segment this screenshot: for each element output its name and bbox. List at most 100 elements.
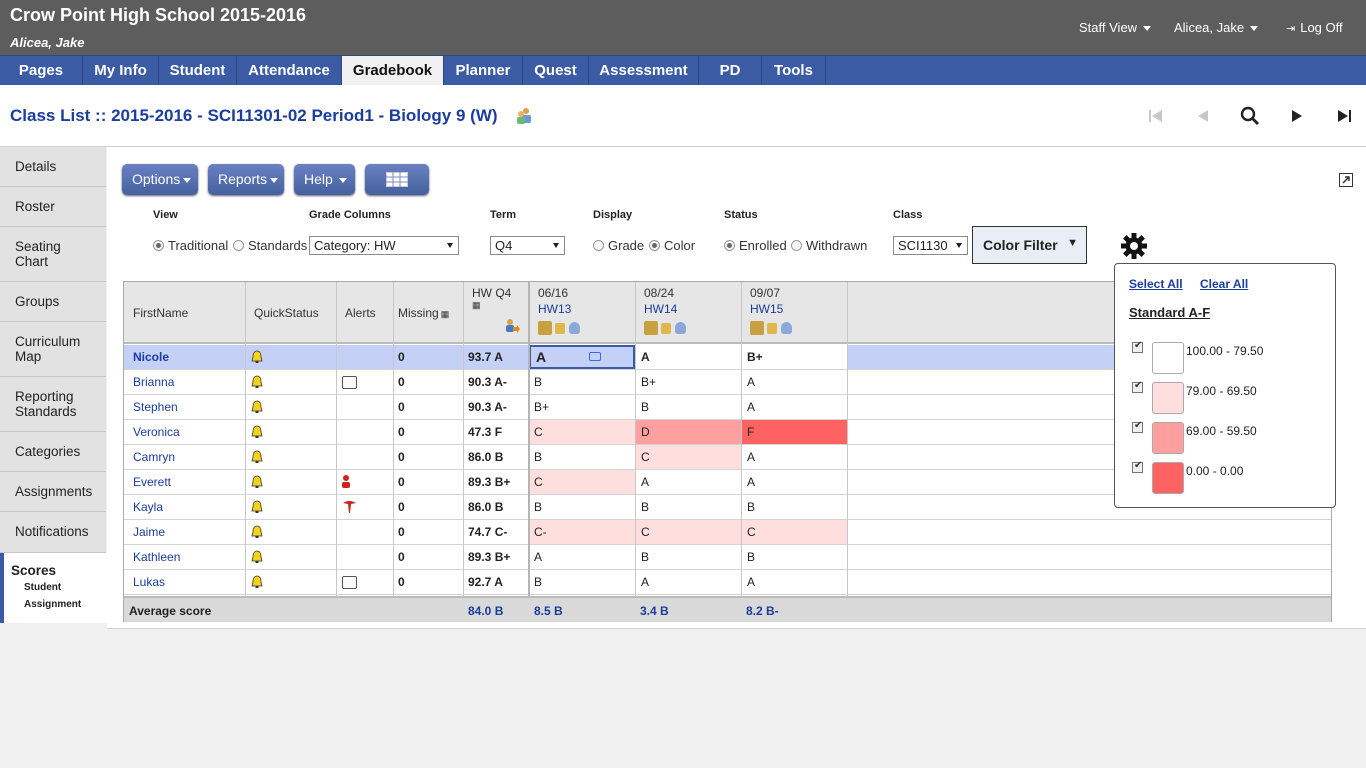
assignment-name[interactable]: HW15	[750, 302, 783, 316]
tab-quest[interactable]: Quest	[523, 56, 589, 85]
tab-pages[interactable]: Pages	[0, 56, 83, 85]
student-name[interactable]: Brianna	[133, 370, 174, 394]
sidebar-subitem-student[interactable]: Student	[24, 582, 107, 593]
edit-scores-icon[interactable]	[538, 321, 552, 335]
view-traditional-option[interactable]: Traditional	[153, 238, 228, 253]
bell-icon[interactable]	[251, 525, 263, 539]
radio-unselected[interactable]	[791, 240, 802, 251]
display-color-option[interactable]: Color	[649, 238, 695, 253]
sidebar-item-scores[interactable]: Scores Student Assignment	[0, 553, 107, 623]
grade-cell-hw13[interactable]: C	[529, 420, 635, 444]
grade-cell-hw13[interactable]: B+	[529, 395, 635, 419]
grade-columns-select[interactable]: Category: HW	[309, 236, 459, 255]
student-name[interactable]: Kayla	[133, 495, 163, 519]
table-row[interactable]: Lukas 0 92.7 A B A A	[124, 570, 1331, 595]
student-name[interactable]: Kathleen	[133, 545, 180, 569]
table-row[interactable]: Jaime 0 74.7 C- C- C C	[124, 520, 1331, 545]
view-standards-option[interactable]: Standards	[233, 238, 307, 253]
search-icon[interactable]	[1239, 105, 1261, 127]
col-firstname[interactable]: FirstName	[133, 306, 188, 320]
grade-cell-hw14[interactable]: A	[636, 470, 741, 494]
grid-view-button[interactable]	[365, 164, 429, 195]
title-prefix[interactable]: Class List ::	[10, 106, 111, 125]
student-name[interactable]: Camryn	[133, 445, 175, 469]
tab-tools[interactable]: Tools	[762, 56, 826, 85]
edit-scores-icon[interactable]	[644, 321, 658, 335]
options-button[interactable]: Options	[122, 164, 198, 195]
grade-cell-hw15[interactable]: A	[742, 370, 847, 394]
grade-cell-hw13[interactable]: A	[529, 345, 635, 369]
grade-cell-hw13[interactable]: B	[529, 445, 635, 469]
grade-cell-hw14[interactable]: B	[636, 395, 741, 419]
sidebar-item-assignments[interactable]: Assignments	[0, 472, 106, 512]
grade-cell-hw13[interactable]: B	[529, 570, 635, 594]
gear-icon[interactable]	[1120, 232, 1148, 260]
iep-icon[interactable]	[342, 576, 357, 589]
col-hw-q4[interactable]: HW Q4 ▦	[472, 286, 511, 311]
radio-selected[interactable]	[153, 240, 164, 251]
next-record-icon[interactable]	[1286, 105, 1308, 127]
range-checkbox[interactable]	[1132, 460, 1143, 473]
status-withdrawn-option[interactable]: Withdrawn	[791, 238, 867, 253]
radio-unselected[interactable]	[233, 240, 244, 251]
assignment-name[interactable]: HW13	[538, 302, 571, 316]
bell-icon[interactable]	[251, 350, 263, 364]
bell-icon[interactable]	[251, 550, 263, 564]
grade-cell-hw15[interactable]: B	[742, 495, 847, 519]
expand-icon[interactable]	[1339, 173, 1353, 187]
bell-icon[interactable]	[251, 375, 263, 389]
people-icon[interactable]	[516, 107, 532, 125]
student-name[interactable]: Lukas	[133, 570, 165, 594]
color-swatch[interactable]	[1152, 462, 1184, 494]
bell-icon[interactable]	[251, 400, 263, 414]
term-select[interactable]: Q4	[490, 236, 565, 255]
range-checkbox[interactable]	[1132, 380, 1143, 393]
radio-unselected[interactable]	[593, 240, 604, 251]
col-assignment-hw13[interactable]: 06/16 HW13	[538, 286, 571, 316]
color-swatch[interactable]	[1152, 342, 1184, 374]
grade-cell-hw13[interactable]: B	[529, 495, 635, 519]
grade-cell-hw14[interactable]: B	[636, 495, 741, 519]
tab-attendance[interactable]: Attendance	[237, 56, 342, 85]
sidebar-item-curriculum-map[interactable]: Curriculum Map	[0, 322, 106, 377]
student-arrow-icon[interactable]	[504, 318, 520, 334]
student-name[interactable]: Everett	[133, 470, 171, 494]
grade-cell-hw14[interactable]: B+	[636, 370, 741, 394]
col-alerts[interactable]: Alerts	[345, 306, 376, 320]
select-all-link[interactable]: Select All	[1129, 277, 1183, 291]
bell-icon[interactable]	[251, 425, 263, 439]
first-record-icon[interactable]	[1145, 105, 1167, 127]
color-swatch[interactable]	[1152, 422, 1184, 454]
radio-selected[interactable]	[724, 240, 735, 251]
color-filter-button[interactable]: Color Filter ▼	[972, 226, 1087, 264]
col-quickstatus[interactable]: QuickStatus	[254, 306, 319, 320]
tab-assessment[interactable]: Assessment	[589, 56, 699, 85]
tab-gradebook[interactable]: Gradebook	[342, 56, 444, 86]
reports-button[interactable]: Reports	[208, 164, 284, 195]
edit-scores-icon[interactable]	[750, 321, 764, 335]
logoff-button[interactable]: ⇥ Log Off	[1286, 20, 1343, 35]
grade-cell-hw14[interactable]: A	[636, 570, 741, 594]
range-checkbox[interactable]	[1132, 420, 1143, 433]
grade-cell-hw15[interactable]: A	[742, 470, 847, 494]
lock-icon[interactable]	[555, 323, 565, 334]
table-row[interactable]: Kathleen 0 89.3 B+ A B B	[124, 545, 1331, 570]
col-missing[interactable]: Missing ▦	[398, 306, 449, 320]
comment-icon[interactable]	[589, 352, 601, 361]
grade-cell-hw13[interactable]: C	[529, 470, 635, 494]
sidebar-item-seating-chart[interactable]: Seating Chart	[0, 227, 106, 282]
class-title[interactable]: 2015-2016 - SCI11301-02 Period1 - Biolog…	[111, 106, 497, 125]
bell-icon[interactable]	[251, 575, 263, 589]
previous-record-icon[interactable]	[1192, 105, 1214, 127]
grade-cell-hw15[interactable]: A	[742, 395, 847, 419]
iep-icon[interactable]	[342, 376, 357, 389]
sidebar-item-notifications[interactable]: Notifications	[0, 512, 106, 553]
student-name[interactable]: Stephen	[133, 395, 178, 419]
grade-cell-hw14[interactable]: A	[636, 345, 741, 369]
col-assignment-hw15[interactable]: 09/07 HW15	[750, 286, 783, 316]
lock-icon[interactable]	[767, 323, 777, 334]
sidebar-item-groups[interactable]: Groups	[0, 282, 106, 322]
grade-cell-hw15[interactable]: A	[742, 445, 847, 469]
class-select[interactable]: SCI1130	[893, 236, 968, 255]
grade-cell-hw13[interactable]: C-	[529, 520, 635, 544]
